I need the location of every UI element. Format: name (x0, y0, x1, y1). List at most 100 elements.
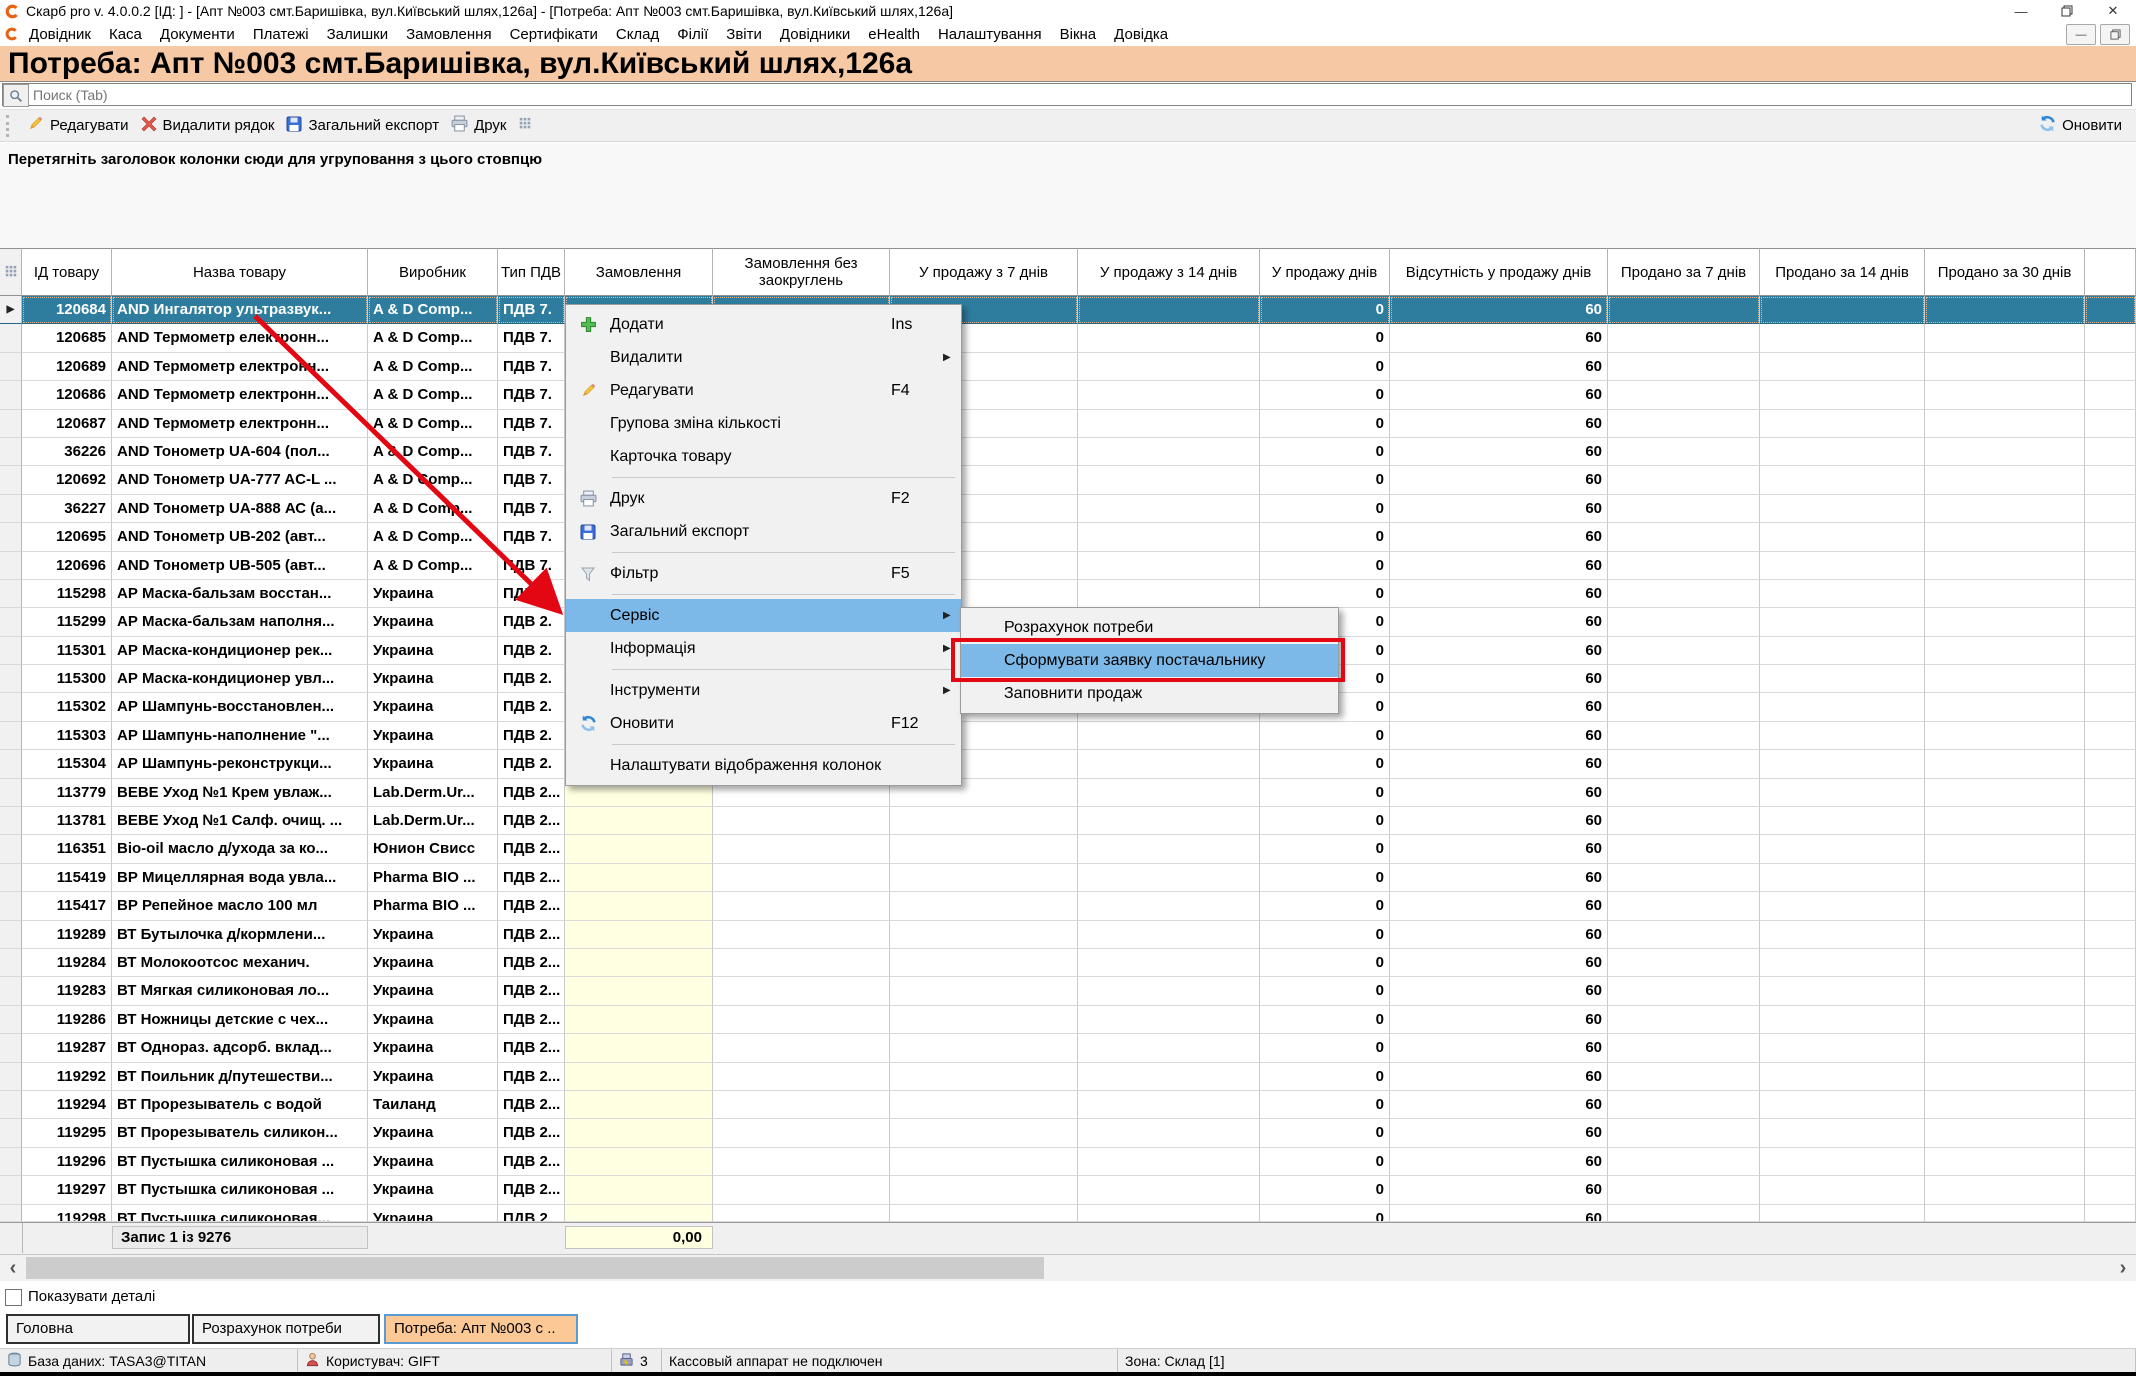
menu-item-звіти[interactable]: Звіти (717, 26, 771, 43)
column-header-order_round[interactable]: Замовлення без заокруглень (713, 248, 890, 296)
cell-vat[interactable]: ПДВ 7. (498, 438, 565, 466)
cell-maker[interactable]: Украина (368, 1148, 498, 1176)
cell-sale_days[interactable]: 0 (1260, 353, 1390, 381)
cell-order[interactable] (565, 1063, 713, 1091)
cell-sale_days[interactable]: 0 (1260, 410, 1390, 438)
grid-corner-columns-icon[interactable] (0, 248, 22, 296)
cell-maker[interactable]: Украина (368, 637, 498, 665)
cell-id[interactable]: 119298 (22, 1205, 112, 1222)
cell-sale14[interactable] (1078, 779, 1260, 807)
cell-maker[interactable]: A & D Comp... (368, 466, 498, 494)
submenu-item-розрахунок[interactable]: Розрахунок потреби (961, 611, 1338, 644)
table-row[interactable]: 119289ВТ Бутылочка д/кормлени...УкраинаП… (0, 921, 2136, 949)
cell-name[interactable]: AND Термометр електронн... (112, 353, 368, 381)
cell-maker[interactable]: Таиланд (368, 1091, 498, 1119)
cell-sold7[interactable] (1608, 693, 1760, 721)
cell-extra[interactable] (2085, 1148, 2136, 1176)
table-row[interactable]: 120695AND Тонометр UB-202 (авт...A & D C… (0, 523, 2136, 551)
cell-name[interactable]: AND Термометр електронн... (112, 381, 368, 409)
cell-id[interactable]: 119287 (22, 1034, 112, 1062)
cell-extra[interactable] (2085, 296, 2136, 324)
cell-sale_days[interactable]: 0 (1260, 949, 1390, 977)
cell-absent_days[interactable]: 60 (1390, 552, 1608, 580)
cell-sold14[interactable] (1760, 324, 1925, 352)
cell-absent_days[interactable]: 60 (1390, 608, 1608, 636)
menu-item-каса[interactable]: Каса (100, 26, 151, 43)
cell-sold30[interactable] (1925, 1176, 2085, 1204)
cell-sold7[interactable] (1608, 495, 1760, 523)
cell-sold30[interactable] (1925, 1119, 2085, 1147)
cell-sold7[interactable] (1608, 835, 1760, 863)
cell-sold14[interactable] (1760, 438, 1925, 466)
cell-sale_days[interactable]: 0 (1260, 750, 1390, 778)
cell-sale14[interactable] (1078, 438, 1260, 466)
submenu-item-сформувати[interactable]: Сформувати заявку постачальнику (961, 644, 1338, 677)
cell-maker[interactable]: Украина (368, 750, 498, 778)
menu-item-замовлення[interactable]: Замовлення (397, 26, 500, 43)
cell-absent_days[interactable]: 60 (1390, 1148, 1608, 1176)
cell-sold7[interactable] (1608, 296, 1760, 324)
scroll-left-icon[interactable]: ‹ (0, 1255, 26, 1281)
cell-sold7[interactable] (1608, 466, 1760, 494)
cell-absent_days[interactable]: 60 (1390, 1176, 1608, 1204)
context-menu-item-інструменти[interactable]: Інструменти▶ (566, 674, 961, 707)
cell-absent_days[interactable]: 60 (1390, 1205, 1608, 1222)
cell-absent_days[interactable]: 60 (1390, 381, 1608, 409)
cell-sold30[interactable] (1925, 1063, 2085, 1091)
cell-name[interactable]: ВТ Прорезыватель силикон... (112, 1119, 368, 1147)
cell-vat[interactable]: ПДВ 7. (498, 552, 565, 580)
menu-item-склад[interactable]: Склад (607, 26, 668, 43)
cell-sold14[interactable] (1760, 807, 1925, 835)
cell-sold30[interactable] (1925, 779, 2085, 807)
cell-id[interactable]: 120695 (22, 523, 112, 551)
cell-sold30[interactable] (1925, 977, 2085, 1005)
table-row[interactable]: ▶120684AND Ингалятор ультразвук...A & D … (0, 296, 2136, 324)
cell-absent_days[interactable]: 60 (1390, 353, 1608, 381)
cell-sale14[interactable] (1078, 296, 1260, 324)
cell-sale_days[interactable]: 0 (1260, 864, 1390, 892)
cell-vat[interactable]: ПДВ 2... (498, 1063, 565, 1091)
cell-sold7[interactable] (1608, 807, 1760, 835)
context-menu-item-додати[interactable]: ДодатиIns (566, 308, 961, 341)
cell-absent_days[interactable]: 60 (1390, 949, 1608, 977)
cell-maker[interactable]: Pharma BIO ... (368, 892, 498, 920)
cell-id[interactable]: 120685 (22, 324, 112, 352)
cell-id[interactable]: 119294 (22, 1091, 112, 1119)
cell-sale7[interactable] (890, 1063, 1078, 1091)
cell-name[interactable]: АР Маска-кондиционер увл... (112, 665, 368, 693)
cell-sale_days[interactable]: 0 (1260, 835, 1390, 863)
cell-maker[interactable]: Украина (368, 1034, 498, 1062)
cell-extra[interactable] (2085, 807, 2136, 835)
cell-vat[interactable]: ПДВ 7. (498, 466, 565, 494)
cell-sold14[interactable] (1760, 835, 1925, 863)
toolbar-grip[interactable] (6, 115, 14, 137)
cell-sold7[interactable] (1608, 750, 1760, 778)
cell-maker[interactable]: Украина (368, 580, 498, 608)
cell-sold14[interactable] (1760, 722, 1925, 750)
column-header-sold14[interactable]: Продано за 14 днів (1760, 248, 1925, 296)
cell-sale14[interactable] (1078, 864, 1260, 892)
cell-sale14[interactable] (1078, 807, 1260, 835)
cell-sold14[interactable] (1760, 466, 1925, 494)
cell-sale14[interactable] (1078, 466, 1260, 494)
cell-extra[interactable] (2085, 835, 2136, 863)
toolbar-button-columns[interactable] (512, 113, 538, 139)
cell-absent_days[interactable]: 60 (1390, 523, 1608, 551)
cell-maker[interactable]: A & D Comp... (368, 410, 498, 438)
cell-sale14[interactable] (1078, 1091, 1260, 1119)
menu-item-документи[interactable]: Документи (151, 26, 244, 43)
cell-sale_days[interactable]: 0 (1260, 466, 1390, 494)
cell-sold14[interactable] (1760, 410, 1925, 438)
cell-sold14[interactable] (1760, 1205, 1925, 1222)
cell-sold7[interactable] (1608, 353, 1760, 381)
cell-id[interactable]: 115304 (22, 750, 112, 778)
context-menu-item-сервіс[interactable]: Сервіс▶ (566, 599, 961, 632)
cell-sold14[interactable] (1760, 977, 1925, 1005)
cell-sale_days[interactable]: 0 (1260, 921, 1390, 949)
cell-sale14[interactable] (1078, 892, 1260, 920)
cell-maker[interactable]: Украина (368, 977, 498, 1005)
cell-sale14[interactable] (1078, 977, 1260, 1005)
cell-vat[interactable]: ПДВ 7. (498, 296, 565, 324)
cell-order[interactable] (565, 1006, 713, 1034)
cell-sold14[interactable] (1760, 1063, 1925, 1091)
